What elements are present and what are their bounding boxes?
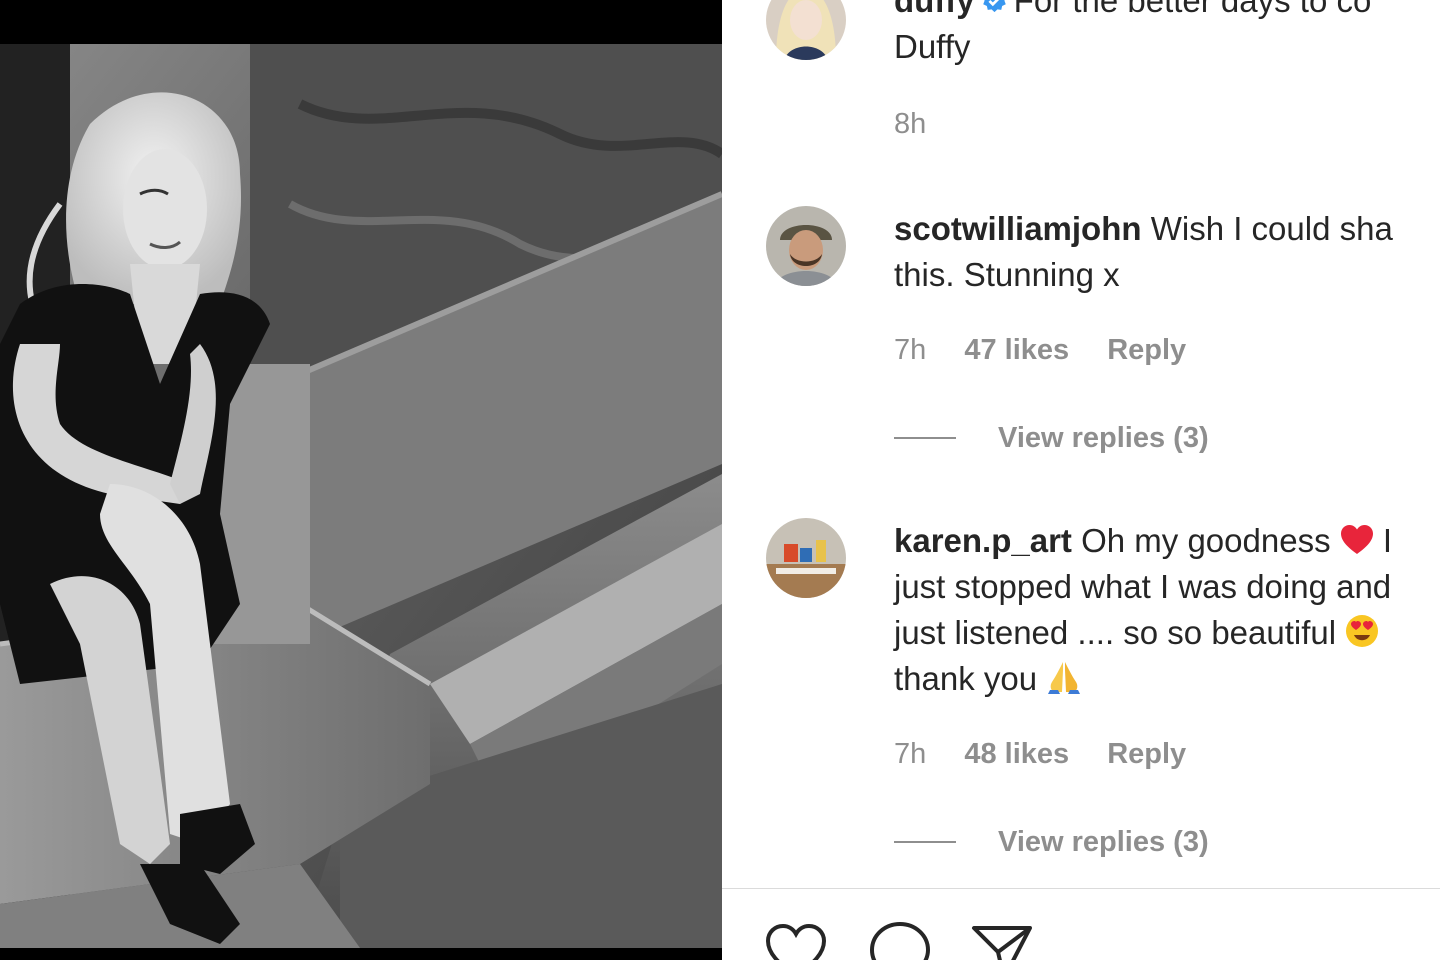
caption-time[interactable]: 8h: [894, 108, 926, 140]
comment-text: karen.p_art Oh my goodness I just stoppe…: [894, 518, 1440, 702]
heart-eyes-emoji: [1346, 615, 1379, 647]
comments-panel: duffy For the better days to co Duffy 8h …: [722, 0, 1440, 960]
caption-meta: 8h: [894, 108, 956, 141]
comment-username[interactable]: scotwilliamjohn: [894, 210, 1142, 247]
red-heart-emoji: [1340, 525, 1373, 554]
action-bar: [764, 920, 1164, 960]
view-replies-label: View replies (3): [998, 421, 1209, 454]
view-replies-label: View replies (3): [998, 825, 1209, 858]
reply-button[interactable]: Reply: [1107, 738, 1186, 770]
comment-time[interactable]: 7h: [894, 334, 926, 366]
comment-text-line1-tail: I: [1382, 522, 1393, 559]
post-photo[interactable]: [0, 0, 722, 960]
caption-text-line1: For the better days to co: [1013, 0, 1372, 19]
paper-plane-icon[interactable]: [970, 920, 1034, 960]
comment-text-line1: Oh my goodness: [1081, 522, 1331, 559]
comment-meta: 7h 47 likes Reply: [894, 334, 1216, 367]
folded-hands-emoji: [1048, 662, 1081, 694]
comment-meta: 7h 48 likes Reply: [894, 738, 1216, 771]
heart-outline-icon[interactable]: [764, 920, 828, 960]
photo-image: [0, 44, 722, 948]
comment-text-line2: just stopped what I was doing and: [894, 568, 1392, 605]
comment-text-line4: thank you: [894, 660, 1038, 697]
view-replies-button[interactable]: View replies (3): [894, 822, 1209, 862]
comment-likes[interactable]: 48 likes: [964, 738, 1069, 770]
caption-text-line2: Duffy: [894, 28, 971, 65]
caption-text: duffy For the better days to co Duffy: [894, 0, 1440, 70]
comment-text-line2: this. Stunning x: [894, 256, 1120, 293]
comment-username[interactable]: karen.p_art: [894, 522, 1072, 559]
comment-likes[interactable]: 47 likes: [964, 334, 1069, 366]
replies-divider-line: [894, 437, 956, 439]
verified-badge-icon: [982, 0, 1006, 13]
avatar[interactable]: [766, 206, 846, 286]
view-replies-button[interactable]: View replies (3): [894, 418, 1209, 458]
comment-text-line1: Wish I could sha: [1150, 210, 1393, 247]
comment-time[interactable]: 7h: [894, 738, 926, 770]
avatar[interactable]: [766, 518, 846, 598]
comment-text-line3: just listened .... so so beautiful: [894, 614, 1337, 651]
caption-username[interactable]: duffy: [894, 0, 975, 19]
comment-text: scotwilliamjohn Wish I could sha this. S…: [894, 206, 1440, 298]
reply-button[interactable]: Reply: [1107, 334, 1186, 366]
comment-bubble-icon[interactable]: [868, 920, 932, 960]
actions-divider: [722, 888, 1440, 889]
replies-divider-line: [894, 841, 956, 843]
avatar[interactable]: [766, 0, 846, 60]
